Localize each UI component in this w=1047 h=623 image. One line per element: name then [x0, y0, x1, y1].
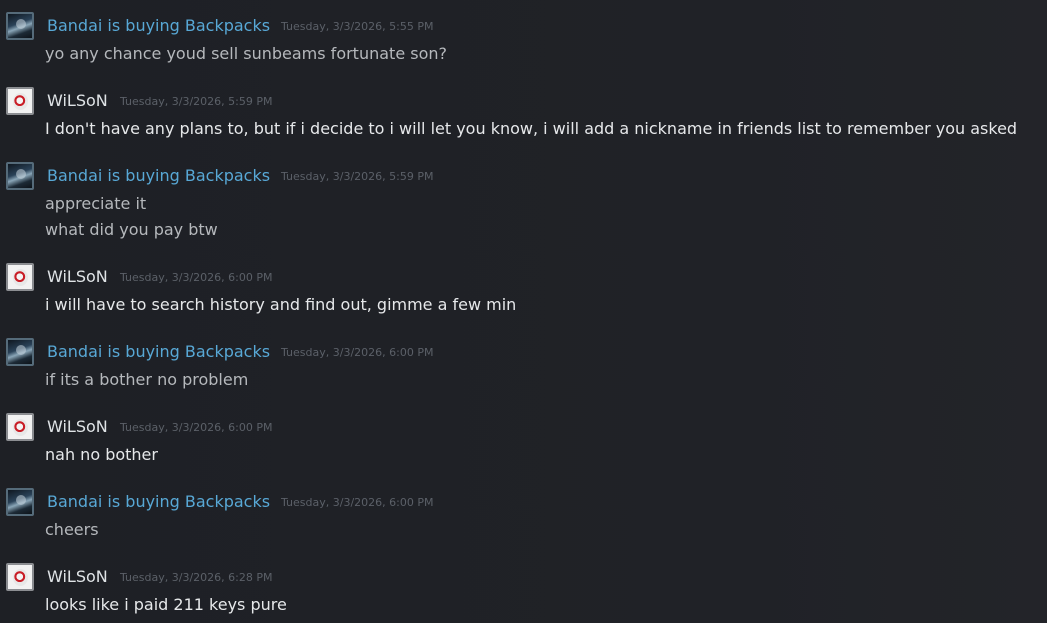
wilson-avatar-icon[interactable]	[6, 87, 34, 115]
message-timestamp: Tuesday, 3/3/2026, 6:28 PM	[120, 571, 273, 584]
volleyball-icon	[13, 93, 28, 110]
message-group: Bandai is buying Backpacks Tuesday, 3/3/…	[0, 328, 1047, 398]
message-text: yo any chance youd sell sunbeams fortuna…	[45, 44, 447, 63]
message-group: WiLSoN Tuesday, 3/3/2026, 6:00 PM i will…	[0, 253, 1047, 323]
message-text: cheers	[45, 520, 99, 539]
volleyball-icon	[13, 569, 28, 586]
bandai-avatar-icon[interactable]	[6, 162, 34, 190]
sender-name[interactable]: WiLSoN	[47, 567, 108, 587]
message-group: WiLSoN Tuesday, 3/3/2026, 6:00 PM nah no…	[0, 403, 1047, 473]
sender-name[interactable]: Bandai is buying Backpacks	[47, 166, 270, 186]
message-timestamp: Tuesday, 3/3/2026, 5:59 PM	[281, 170, 434, 183]
message-group: WiLSoN Tuesday, 3/3/2026, 5:59 PM I don'…	[0, 77, 1047, 147]
wilson-avatar-icon[interactable]	[6, 413, 34, 441]
message-timestamp: Tuesday, 3/3/2026, 6:00 PM	[281, 346, 434, 359]
sender-name[interactable]: WiLSoN	[47, 417, 108, 437]
message-group: Bandai is buying Backpacks Tuesday, 3/3/…	[0, 478, 1047, 548]
message-text: nah no bother	[45, 445, 158, 464]
sender-name[interactable]: WiLSoN	[47, 91, 108, 111]
message-group: WiLSoN Tuesday, 3/3/2026, 6:28 PM looks …	[0, 553, 1047, 623]
message-text: what did you pay btw	[45, 220, 218, 239]
wilson-avatar-icon[interactable]	[6, 563, 34, 591]
sender-name[interactable]: Bandai is buying Backpacks	[47, 16, 270, 36]
message-text: if its a bother no problem	[45, 370, 249, 389]
wilson-avatar-icon[interactable]	[6, 263, 34, 291]
sender-name[interactable]: Bandai is buying Backpacks	[47, 492, 270, 512]
sender-name[interactable]: WiLSoN	[47, 267, 108, 287]
message-timestamp: Tuesday, 3/3/2026, 6:00 PM	[120, 271, 273, 284]
message-timestamp: Tuesday, 3/3/2026, 5:59 PM	[120, 95, 273, 108]
message-timestamp: Tuesday, 3/3/2026, 5:55 PM	[281, 20, 434, 33]
message-group: Bandai is buying Backpacks Tuesday, 3/3/…	[0, 152, 1047, 247]
message-timestamp: Tuesday, 3/3/2026, 6:00 PM	[120, 421, 273, 434]
bandai-avatar-icon[interactable]	[6, 12, 34, 40]
message-timestamp: Tuesday, 3/3/2026, 6:00 PM	[281, 496, 434, 509]
message-text: appreciate it	[45, 194, 147, 213]
sender-name[interactable]: Bandai is buying Backpacks	[47, 342, 270, 362]
chat-history: Bandai is buying Backpacks Tuesday, 3/3/…	[0, 0, 1047, 623]
volleyball-icon	[13, 269, 28, 286]
message-group: Bandai is buying Backpacks Tuesday, 3/3/…	[0, 2, 1047, 72]
bandai-avatar-icon[interactable]	[6, 338, 34, 366]
volleyball-icon	[13, 419, 28, 436]
bandai-avatar-icon[interactable]	[6, 488, 34, 516]
message-text: i will have to search history and find o…	[45, 295, 517, 314]
message-text: I don't have any plans to, but if i deci…	[45, 119, 1018, 138]
message-text: looks like i paid 211 keys pure	[45, 595, 287, 614]
